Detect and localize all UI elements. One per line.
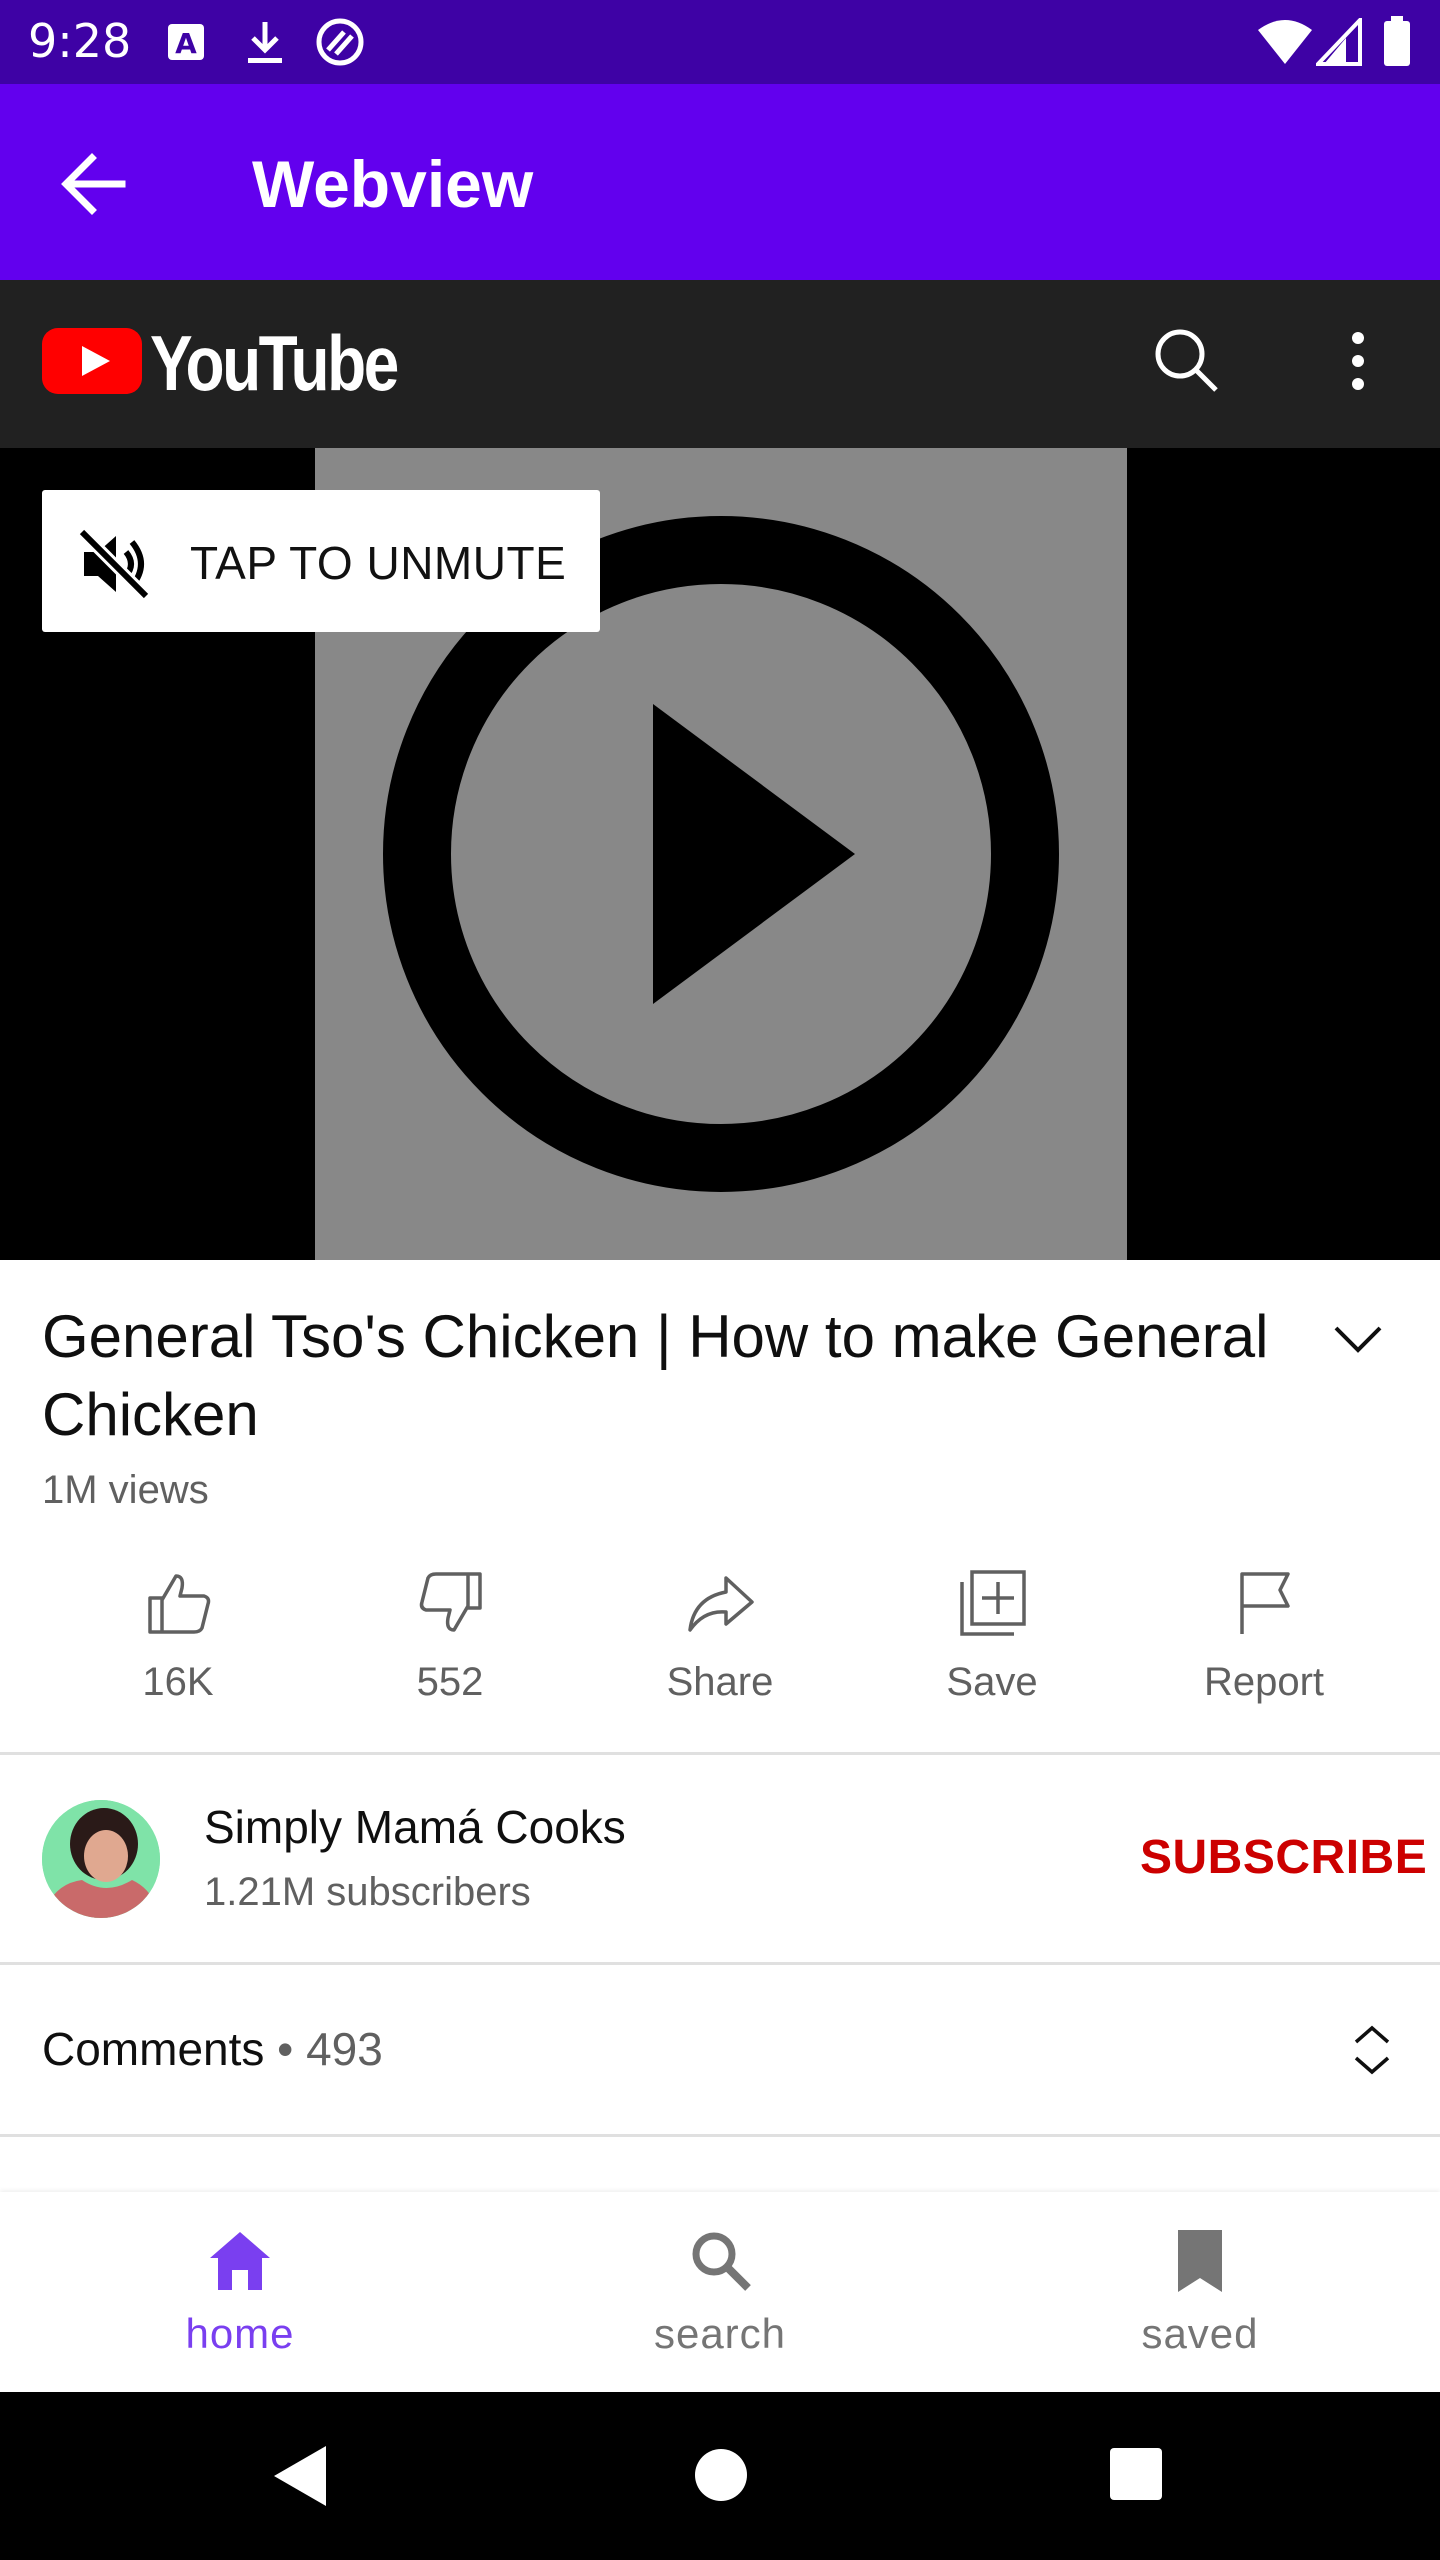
action-bar: 16K 552 Share Save Report [0,1560,1440,1750]
wifi-icon [1258,20,1312,64]
battery-icon [1384,16,1410,66]
thumb-up-icon [148,1574,211,1634]
cell-signal-icon [1316,18,1362,66]
unfold-more-icon[interactable] [1350,2022,1394,2078]
vpn-icon [316,18,364,66]
nav-item-home[interactable]: home [90,2192,390,2392]
search-icon [692,2232,751,2291]
divider [0,1752,1440,1755]
save-button[interactable]: Save [872,1560,1112,1750]
status-time: 9:28 [28,14,132,68]
flag-icon [1240,1572,1290,1634]
comments-separator: • [264,2023,307,2075]
nav-label-saved: saved [1141,2310,1259,2357]
youtube-logo-icon[interactable] [42,326,142,396]
volume-off-icon [77,527,151,601]
youtube-logo-text: YouTube [150,319,399,407]
thumb-down-icon [419,1572,482,1632]
arrow-back-icon[interactable] [52,142,136,226]
save-label: Save [946,1660,1038,1704]
bookmark-icon [1178,2230,1222,2292]
video-player[interactable]: TAP TO UNMUTE [0,448,1440,1260]
channel-subscribers: 1.21M subscribers [204,1870,531,1914]
report-label: Report [1203,1660,1325,1704]
system-recents-icon[interactable] [1106,2444,1166,2504]
report-button[interactable]: Report [1144,1560,1384,1750]
tap-to-unmute-button[interactable]: TAP TO UNMUTE [42,490,600,632]
bottom-navigation: home search saved [0,2192,1440,2392]
comments-count: 493 [306,2023,383,2075]
home-icon [210,2232,270,2290]
video-title: General Tso's Chicken | How to make Gene… [42,1303,1269,1448]
divider [0,2134,1440,2137]
like-button[interactable]: 16K [58,1560,298,1750]
video-views: 1M views [42,1468,209,1512]
nav-label-home: home [185,2310,295,2357]
page-title: Webview [252,147,534,221]
system-back-icon[interactable] [270,2442,332,2510]
playlist-add-icon [960,1570,1026,1636]
share-label: Share [666,1660,774,1704]
divider [0,1962,1440,1965]
channel-avatar-image [42,1800,160,1918]
nav-label-search: search [653,2310,787,2357]
chevron-down-icon[interactable] [1330,1318,1386,1358]
status-bar: 9:28 A [0,0,1440,84]
nav-item-search[interactable]: search [570,2192,870,2392]
search-icon[interactable] [1150,324,1222,396]
channel-name[interactable]: Simply Mamá Cooks [204,1800,626,1854]
app-bar: Webview [0,84,1440,280]
system-navigation-bar [0,2392,1440,2560]
share-icon [688,1576,754,1632]
dislike-button[interactable]: 552 [330,1560,570,1750]
avatar[interactable] [42,1800,160,1918]
nav-item-saved[interactable]: saved [1050,2192,1350,2392]
text-a-icon: A [168,24,204,60]
system-home-icon[interactable] [690,2444,752,2506]
comments-header[interactable]: Comments • 493 [42,2022,383,2076]
unmute-label: TAP TO UNMUTE [190,537,567,589]
more-vert-icon[interactable] [1330,326,1386,396]
like-count: 16K [142,1660,214,1704]
share-button[interactable]: Share [600,1560,840,1750]
youtube-header: YouTube [0,280,1440,448]
download-icon [248,22,282,63]
subscribe-button[interactable]: SUBSCRIBE [1140,1830,1427,1885]
comments-label: Comments [42,2023,265,2075]
svg-text:A: A [175,27,197,60]
dislike-count: 552 [416,1660,484,1704]
